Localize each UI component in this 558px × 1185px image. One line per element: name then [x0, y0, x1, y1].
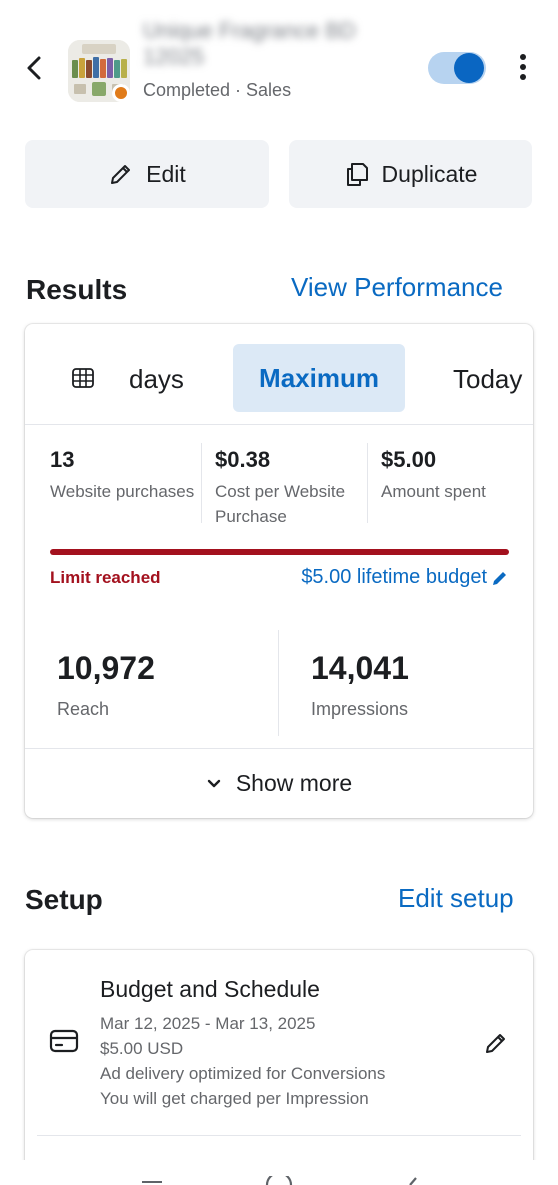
more-options-icon[interactable]: [514, 54, 532, 84]
metric-impressions: 14,041 Impressions: [311, 650, 409, 720]
budget-schedule-title: Budget and Schedule: [100, 976, 320, 1002]
metric-label: Website purchases: [50, 482, 195, 501]
edit-button[interactable]: Edit: [25, 140, 269, 208]
results-metrics: 13 Website purchases $0.38 Cost per Webs…: [25, 425, 533, 535]
metric-value: $0.38: [215, 447, 271, 472]
metric-label: Impressions: [311, 699, 409, 719]
edit-setup-link[interactable]: Edit setup: [398, 883, 514, 914]
campaign-title: Unique Fragrance BD 12025: [143, 18, 383, 76]
results-heading: Results: [26, 274, 128, 305]
metric-label: Reach: [57, 699, 110, 719]
metric-label: Amount spent: [381, 482, 486, 501]
campaign-toggle[interactable]: [428, 52, 486, 84]
divider: [37, 1135, 521, 1136]
setup-heading: Setup: [25, 884, 103, 915]
metric-value: 14,041: [311, 650, 409, 686]
tab-days[interactable]: days: [129, 364, 184, 395]
metric-amount-spent: $5.00 Amount spent: [381, 447, 531, 504]
delivery-optimization: Ad delivery optimized for Conversions: [100, 1064, 386, 1083]
budget-progress-bar: [50, 549, 509, 555]
results-card: days Maximum Today 13 Website purchases …: [25, 324, 533, 818]
reach-impressions: 10,972 Reach 14,041 Impressions: [25, 630, 533, 748]
pencil-filled-icon: [493, 571, 506, 585]
view-performance-link[interactable]: View Performance: [291, 272, 503, 303]
divider: [367, 443, 368, 523]
duplicate-button[interactable]: Duplicate: [289, 140, 532, 208]
pencil-icon[interactable]: [483, 1030, 509, 1056]
duplicate-icon: [346, 163, 368, 186]
metric-value: 13: [50, 447, 75, 472]
metric-label: Cost per Website Purchase: [215, 482, 346, 526]
limit-reached-text: Limit reached: [50, 568, 161, 587]
metric-cost-per-purchase: $0.38 Cost per Website Purchase: [215, 447, 365, 529]
campaign-header: Unique Fragrance BD 12025 Completed · Sa…: [0, 0, 558, 120]
system-nav-bar: [0, 1160, 558, 1185]
table-icon[interactable]: [71, 366, 95, 390]
show-more-button[interactable]: Show more: [25, 748, 533, 818]
show-more-label: Show more: [235, 770, 353, 796]
billing-event: You will get charged per Impression: [100, 1089, 369, 1108]
campaign-title-line2: 12025: [143, 44, 205, 69]
tab-today[interactable]: Today: [453, 364, 522, 395]
divider: [278, 630, 279, 736]
budget-amount: $5.00 USD: [100, 1039, 184, 1058]
date-range-tabs: days Maximum Today: [25, 324, 533, 425]
metric-reach: 10,972 Reach: [57, 650, 155, 720]
metric-value: $5.00: [381, 447, 437, 472]
metric-value: 10,972: [57, 650, 155, 686]
setup-card[interactable]: Budget and Schedule Mar 12, 2025 - Mar 1…: [25, 950, 533, 1180]
edit-button-label: Edit: [146, 160, 186, 187]
campaign-title-line1: Unique Fragrance BD: [143, 18, 356, 43]
lifetime-budget-link[interactable]: $5.00 lifetime budget: [301, 566, 509, 589]
pencil-icon: [111, 165, 131, 184]
toggle-knob: [454, 53, 484, 83]
metric-website-purchases: 13 Website purchases: [50, 447, 200, 504]
home-icon[interactable]: [264, 1176, 294, 1185]
campaign-status: Completed · Sales: [143, 80, 292, 100]
lifetime-budget-label: $5.00 lifetime budget: [301, 566, 487, 588]
schedule-dates: Mar 12, 2025 - Mar 13, 2025: [100, 1014, 316, 1033]
back-nav-icon[interactable]: [402, 1176, 422, 1185]
recents-icon[interactable]: [140, 1178, 164, 1185]
tab-maximum[interactable]: Maximum: [233, 344, 405, 412]
back-arrow-icon[interactable]: [22, 52, 48, 84]
credit-card-icon: [49, 1029, 79, 1053]
duplicate-button-label: Duplicate: [381, 160, 478, 187]
chevron-down-icon: [207, 779, 221, 787]
status-dot: [112, 84, 130, 102]
divider: [201, 443, 202, 523]
